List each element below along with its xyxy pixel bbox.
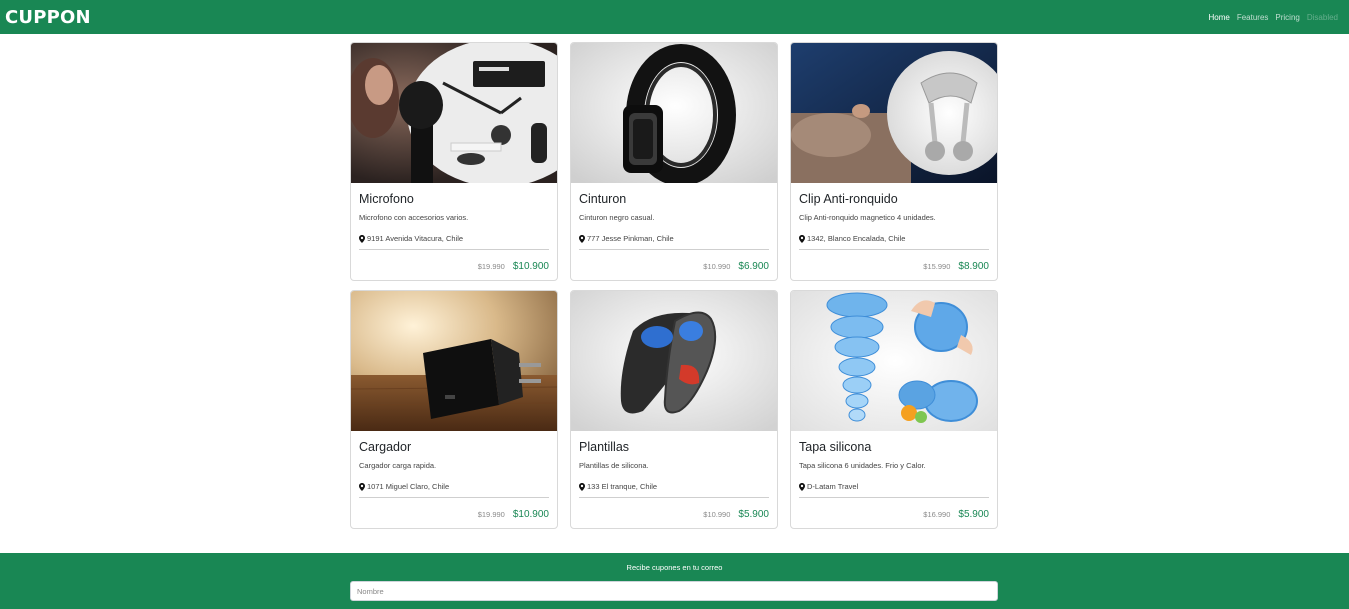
divider [359,497,549,498]
old-price: $19.990 [477,262,505,271]
divider [799,249,989,250]
map-marker-icon [799,234,805,243]
newsletter-title: Recibe cupones en tu correo [626,563,723,572]
old-price: $16.990 [923,510,951,519]
location-text: 1071 Miguel Claro, Chile [367,482,450,491]
price-row: $10.990 $6.900 [703,261,769,272]
price-row: $10.990 $5.900 [703,509,769,520]
product-image-insoles [571,291,777,431]
price-row: $19.990 $10.900 [478,261,549,272]
divider [579,497,769,498]
product-description: Plantillas de silicona. [579,461,649,470]
map-marker-icon [579,234,585,243]
product-description: Microfono con accesorios varios. [359,213,469,222]
product-card-cinturon[interactable]: Cinturon Cinturon negro casual. 777 Jess… [570,42,778,281]
product-title[interactable]: Cargador [359,440,549,454]
product-grid: Microfono Microfono con accesorios vario… [350,42,998,529]
old-price: $10.990 [703,510,731,519]
map-marker-icon [359,234,365,243]
product-image-nose-clip [791,43,997,183]
map-marker-icon [579,482,585,491]
price-row: $19.990 $10.900 [478,509,549,520]
product-location: 1342, Blanco Encalada, Chile [799,234,989,243]
map-marker-icon [799,482,805,491]
product-title[interactable]: Tapa silicona [799,440,989,454]
location-text: 777 Jesse Pinkman, Chile [587,234,674,243]
new-price: $10.900 [512,261,549,272]
product-card-plantillas[interactable]: Plantillas Plantillas de silicona. 133 E… [570,290,778,529]
location-text: 1342, Blanco Encalada, Chile [807,234,906,243]
price-row: $15.990 $8.900 [923,261,989,272]
old-price: $10.990 [703,262,731,271]
product-location: 133 El tranque, Chile [579,482,769,491]
product-location: 9191 Avenida Vitacura, Chile [359,234,549,243]
product-image-silicone-lids [791,291,997,431]
product-card-tapa-silicona[interactable]: Tapa silicona Tapa silicona 6 unidades. … [790,290,998,529]
nav-links: Home Features Pricing Disabled [1208,13,1338,22]
product-description: Cinturon negro casual. [579,213,655,222]
nav-link-features[interactable]: Features [1237,13,1269,22]
new-price: $10.900 [512,509,549,520]
product-description: Cargador carga rapida. [359,461,437,470]
product-description: Tapa silicona 6 unidades. Frio y Calor. [799,461,926,470]
divider [579,249,769,250]
product-card-microfono[interactable]: Microfono Microfono con accesorios vario… [350,42,558,281]
product-image-microphone [351,43,557,183]
nav-link-home[interactable]: Home [1208,13,1229,22]
location-text: D-Latam Travel [807,482,859,491]
product-location: 777 Jesse Pinkman, Chile [579,234,769,243]
old-price: $15.990 [923,262,951,271]
product-title[interactable]: Clip Anti-ronquido [799,192,989,206]
new-price: $6.900 [738,261,769,272]
new-price: $8.900 [958,261,989,272]
divider [799,497,989,498]
product-card-cargador[interactable]: Cargador Cargador carga rapida. 1071 Mig… [350,290,558,529]
price-row: $16.990 $5.900 [923,509,989,520]
navbar: CUPPON Home Features Pricing Disabled [0,0,1349,34]
nav-link-disabled: Disabled [1306,12,1338,22]
product-title[interactable]: Microfono [359,192,549,206]
nav-link-pricing[interactable]: Pricing [1275,13,1299,22]
old-price: $19.990 [477,510,505,519]
map-marker-icon [359,482,365,491]
name-input[interactable] [350,581,998,601]
product-location: 1071 Miguel Claro, Chile [359,482,549,491]
new-price: $5.900 [958,509,989,520]
location-text: 9191 Avenida Vitacura, Chile [367,234,464,243]
product-location: D-Latam Travel [799,482,989,491]
location-text: 133 El tranque, Chile [587,482,658,491]
product-title[interactable]: Cinturon [579,192,769,206]
product-image-charger [351,291,557,431]
brand-logo[interactable]: CUPPON [5,7,91,28]
new-price: $5.900 [738,509,769,520]
newsletter-footer: Recibe cupones en tu correo [0,553,1349,609]
product-image-belt [571,43,777,183]
product-title[interactable]: Plantillas [579,440,769,454]
product-description: Clip Anti-ronquido magnetico 4 unidades. [799,213,936,222]
divider [359,249,549,250]
product-card-clip-anti-ronquido[interactable]: Clip Anti-ronquido Clip Anti-ronquido ma… [790,42,998,281]
